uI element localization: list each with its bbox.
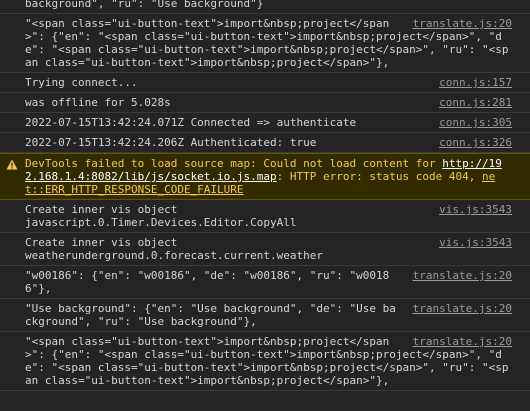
warning-message: DevTools failed to load source map: Coul… [25, 157, 502, 196]
console-message[interactable]: translate.js:20 "Use background": {"en":… [0, 299, 530, 332]
console-message-text: 2022-07-15T13:42:24.206Z Authenticated: … [25, 136, 317, 149]
console-message[interactable]: conn.js:305 2022-07-15T13:42:24.071Z Con… [0, 113, 530, 133]
console-message[interactable]: translate.js:20 "<span class="ui-button-… [0, 332, 530, 391]
source-link[interactable]: conn.js:305 [439, 116, 512, 129]
source-link[interactable]: translate.js:20 [413, 302, 512, 315]
console-message-text: Create inner vis object javascript.0.Tim… [25, 203, 297, 229]
console-message[interactable]: translate.js:20 "<span class="ui-button-… [0, 14, 530, 73]
console-message[interactable]: vis.js:3543 Create inner vis object weat… [0, 233, 530, 266]
console-message-text: was offline for 5.028s [25, 96, 171, 109]
console-warning[interactable]: DevTools failed to load source map: Coul… [0, 153, 530, 200]
source-link[interactable]: vis.js:3543 [439, 203, 512, 216]
warning-text: DevTools failed to load source map: Coul… [25, 157, 443, 170]
console-message-text: background", "ru": "Use background"} [25, 0, 264, 10]
console-message[interactable]: conn.js:281 was offline for 5.028s [0, 93, 530, 113]
console-message-text: "Use background": {"en": "Use background… [25, 302, 396, 328]
source-link[interactable]: vis.js:3543 [439, 236, 512, 249]
source-link[interactable]: translate.js:20 [413, 269, 512, 282]
console-message[interactable]: conn.js:326 2022-07-15T13:42:24.206Z Aut… [0, 133, 530, 153]
console-message-partial: background", "ru": "Use background"} [0, 0, 530, 14]
console-message-text: "w00186": {"en": "w00186", "de": "w00186… [25, 269, 390, 295]
source-link[interactable]: conn.js:281 [439, 96, 512, 109]
warning-text: : HTTP error: status code 404, [276, 170, 482, 183]
console-message[interactable]: translate.js:20 "w00186": {"en": "w00186… [0, 266, 530, 299]
warning-triangle-icon [6, 159, 18, 170]
console-log[interactable]: background", "ru": "Use background"} tra… [0, 0, 530, 391]
console-message[interactable]: conn.js:157 Trying connect... [0, 73, 530, 93]
source-link[interactable]: translate.js:20 [413, 17, 512, 30]
console-message-text: 2022-07-15T13:42:24.071Z Connected => au… [25, 116, 357, 129]
source-link[interactable]: conn.js:157 [439, 76, 512, 89]
source-link[interactable]: translate.js:20 [413, 335, 512, 348]
console-message-text: Trying connect... [25, 76, 138, 89]
console-message-text: Create inner vis object weatherundergrou… [25, 236, 324, 262]
console-message[interactable]: vis.js:3543 Create inner vis object java… [0, 200, 530, 233]
source-link[interactable]: conn.js:326 [439, 136, 512, 149]
